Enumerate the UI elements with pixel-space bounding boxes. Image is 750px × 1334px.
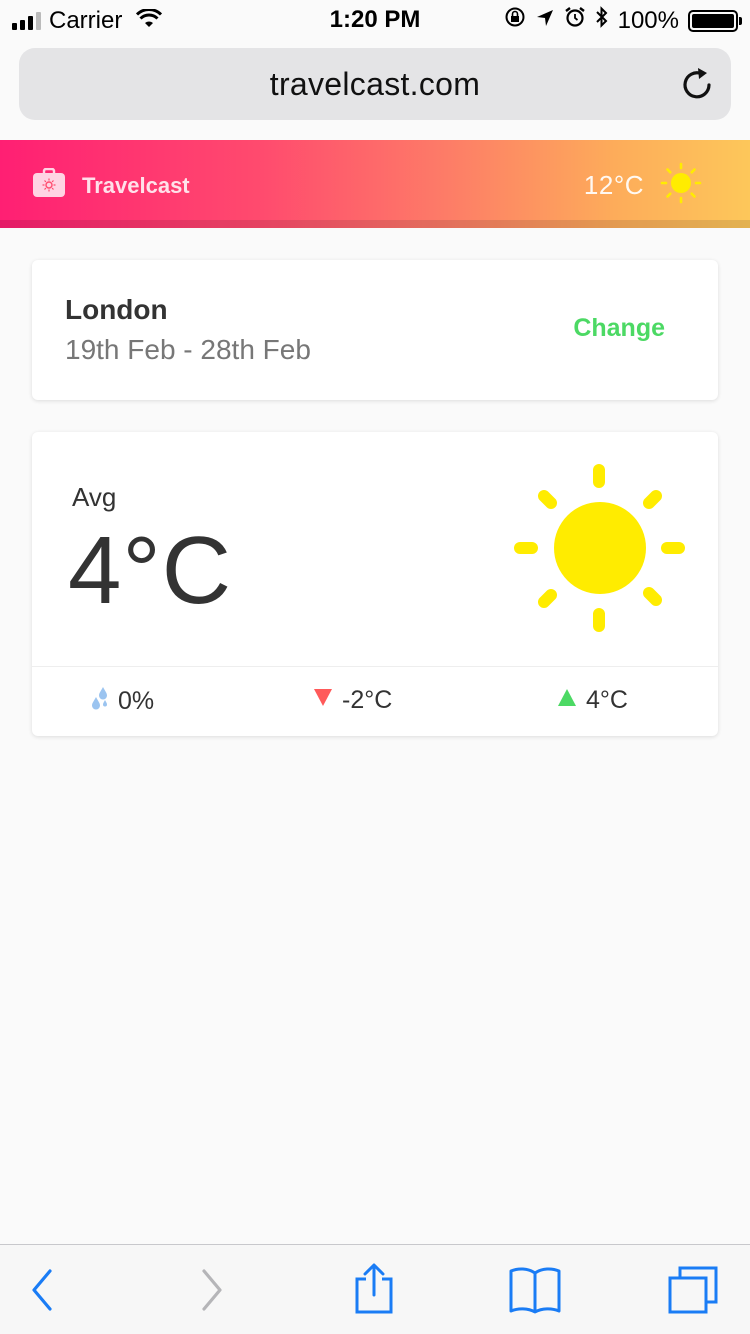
down-triangle-icon: [312, 686, 342, 715]
precipitation-stat: 0%: [90, 686, 154, 717]
share-icon[interactable]: [352, 1263, 396, 1320]
forward-icon[interactable]: [196, 1267, 226, 1318]
divider: [32, 666, 718, 667]
back-icon[interactable]: [28, 1267, 58, 1318]
header-weather: 12°C: [584, 162, 702, 209]
change-button[interactable]: Change: [573, 314, 665, 343]
suitcase-icon: [32, 167, 66, 203]
app-header: Travelcast 12°C: [0, 140, 750, 228]
forecast-card: Avg 4°C 0% -2°C 4°C: [32, 432, 718, 736]
battery-percent: 100%: [617, 6, 679, 34]
status-bar: Carrier 1:20 PM 100%: [0, 0, 750, 40]
raindrops-icon: [90, 686, 118, 717]
avg-temperature: 4°C: [68, 517, 233, 624]
location-icon: [535, 7, 555, 35]
screen: Carrier 1:20 PM 100% travelcast.com Trav…: [0, 0, 750, 1334]
alarm-icon: [564, 6, 586, 35]
high-temp-stat: 4°C: [556, 686, 628, 715]
up-triangle-icon: [556, 686, 586, 715]
avg-label: Avg: [72, 482, 117, 512]
high-temp-value: 4°C: [586, 686, 628, 714]
header-temperature: 12°C: [583, 170, 644, 200]
url-text[interactable]: travelcast.com: [270, 66, 480, 103]
reload-icon[interactable]: [681, 66, 715, 107]
city-name: London: [65, 294, 168, 325]
trip-card: London 19th Feb - 28th Feb Change: [32, 260, 718, 400]
bluetooth-icon: [595, 6, 609, 35]
low-temp-value: -2°C: [342, 686, 393, 714]
precipitation-value: 0%: [118, 687, 155, 715]
bookmarks-icon[interactable]: [508, 1265, 562, 1320]
tabs-icon[interactable]: [666, 1265, 720, 1320]
orientation-lock-icon: [504, 6, 526, 35]
trip-dates: 19th Feb - 28th Feb: [65, 334, 311, 365]
battery-icon: [688, 9, 742, 32]
address-bar[interactable]: travelcast.com: [19, 48, 731, 120]
low-temp-stat: -2°C: [312, 686, 392, 715]
sun-icon: [510, 462, 690, 647]
brand[interactable]: Travelcast: [32, 167, 190, 203]
small-sun-icon: [660, 162, 702, 209]
browser-toolbar: [0, 1244, 750, 1334]
status-right: 100%: [504, 6, 742, 35]
brand-name: Travelcast: [82, 172, 190, 198]
